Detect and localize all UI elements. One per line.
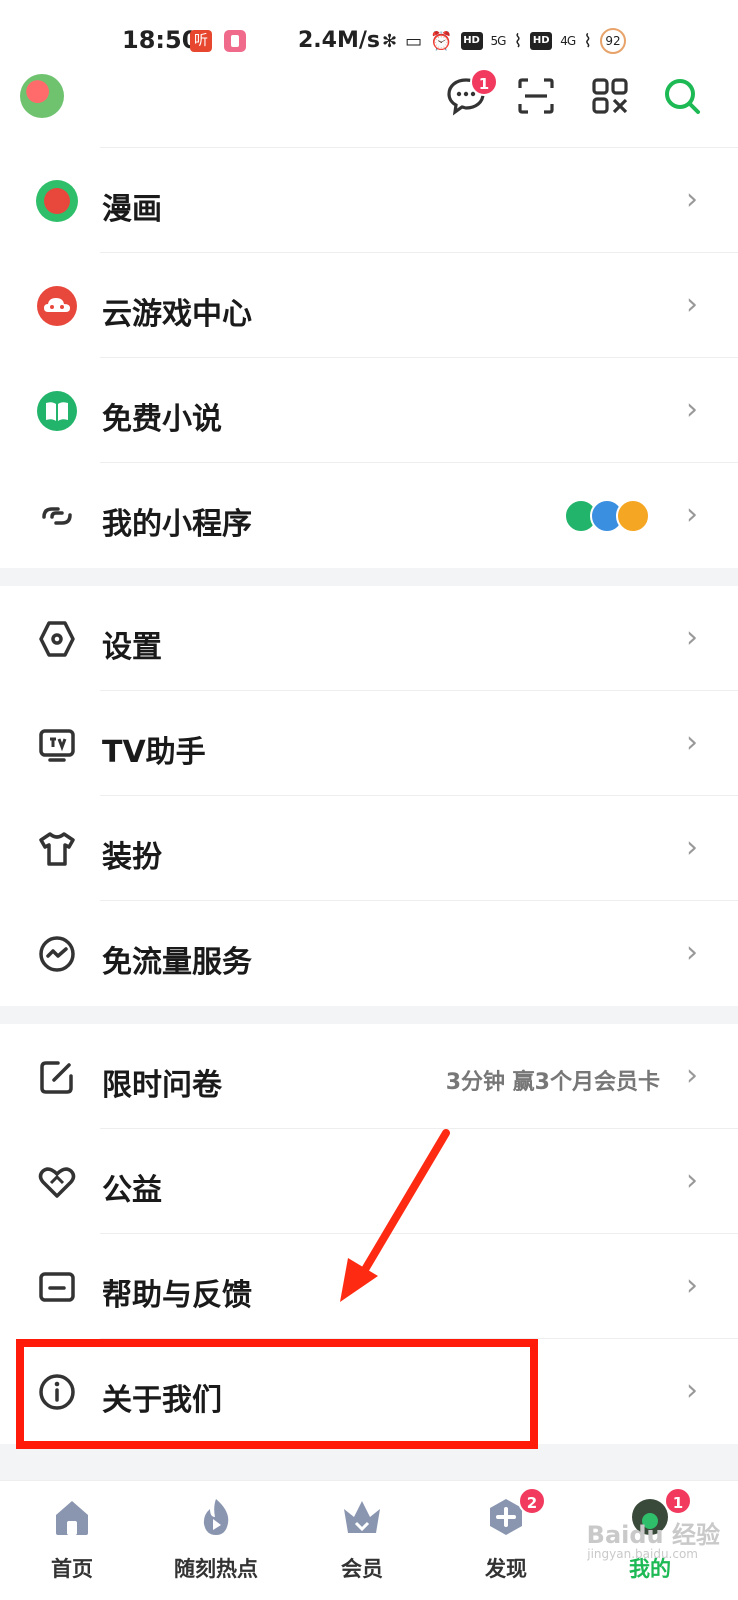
menu-row-charity[interactable]: 公益 › — [0, 1129, 738, 1234]
alarm-icon: ⏰ — [430, 30, 453, 52]
chevron-right-icon: › — [686, 1268, 698, 1303]
nav-label: 发现 — [485, 1557, 527, 1581]
manhua-icon — [36, 180, 78, 222]
network-speed: 2.4M/s — [298, 28, 380, 53]
vibrate-icon: ▭ — [405, 30, 423, 52]
recent-mini-apps — [564, 499, 650, 533]
menu-label: 设置 — [102, 630, 162, 665]
chevron-right-icon: › — [686, 1163, 698, 1198]
menu-row-novel[interactable]: 免费小说 › — [0, 358, 738, 463]
settings-icon — [39, 621, 75, 657]
nav-label: 首页 — [51, 1557, 93, 1581]
menu-row-settings[interactable]: 设置 › — [0, 586, 738, 691]
chevron-right-icon: › — [686, 935, 698, 970]
mini-program-icon — [42, 507, 72, 525]
signal-bars-icon-2: ⌇ — [583, 30, 592, 52]
nav-discover[interactable]: 2 发现 — [446, 1487, 566, 1583]
menu-row-data-free[interactable]: 免流量服务 › — [0, 901, 738, 1006]
menu-label: 我的小程序 — [102, 507, 252, 542]
chevron-right-icon: › — [686, 725, 698, 760]
hd-icon-1: HD — [460, 32, 483, 50]
section-services: 漫画 › 云游戏中心 › 免费小说 › 我的小程序 › — [0, 148, 738, 568]
flame-icon — [203, 1499, 229, 1535]
menu-label: 免费小说 — [102, 402, 222, 437]
scan-icon[interactable] — [516, 76, 556, 116]
menu-label: TV助手 — [102, 735, 206, 770]
crown-icon — [344, 1501, 380, 1533]
signal-bars-icon-1: ⌇ — [513, 30, 523, 52]
survey-promo-text: 3分钟 赢3个月会员卡 — [445, 1070, 660, 1095]
bluetooth-icon: ✻ — [382, 30, 398, 52]
menu-row-survey[interactable]: 限时问卷 3分钟 赢3个月会员卡 › — [0, 1024, 738, 1129]
user-avatar[interactable] — [20, 74, 64, 118]
mini-app-game-icon — [616, 499, 650, 533]
discover-badge: 2 — [518, 1487, 546, 1515]
chevron-right-icon: › — [686, 497, 698, 532]
menu-row-help-feedback[interactable]: 帮助与反馈 › — [0, 1234, 738, 1339]
menu-row-tv-assistant[interactable]: TV助手 › — [0, 691, 738, 796]
chevron-right-icon: › — [686, 620, 698, 655]
chevron-right-icon: › — [686, 287, 698, 322]
nav-label: 会员 — [341, 1557, 383, 1581]
chevron-right-icon: › — [686, 1058, 698, 1093]
ting-app-icon: 听 — [190, 30, 212, 52]
nav-hot[interactable]: 随刻热点 — [156, 1495, 276, 1583]
home-icon — [56, 1501, 88, 1535]
feedback-icon — [39, 1272, 75, 1302]
charity-icon — [38, 1167, 76, 1198]
status-bar: 18:50 听 2.4M/s ✻ ▭ ⏰ HD 5G ⌇ HD 4G ⌇ 92 — [0, 0, 738, 80]
tshirt-icon — [39, 832, 75, 866]
survey-icon — [40, 1061, 73, 1094]
status-icons: ✻ ▭ ⏰ HD 5G ⌇ HD 4G ⌇ 92 — [382, 28, 626, 54]
menu-label: 帮助与反馈 — [102, 1278, 252, 1313]
chevron-right-icon: › — [686, 392, 698, 427]
menu-label: 公益 — [102, 1173, 162, 1208]
chevron-right-icon: › — [686, 182, 698, 217]
menu-row-manhua[interactable]: 漫画 › — [0, 148, 738, 253]
nav-home[interactable]: 首页 — [12, 1495, 132, 1583]
menu-label: 装扮 — [102, 840, 162, 875]
battery-icon: 92 — [600, 28, 626, 54]
nav-label: 随刻热点 — [174, 1557, 258, 1581]
menu-row-dressup[interactable]: 装扮 › — [0, 796, 738, 901]
menu-row-cloud-game[interactable]: 云游戏中心 › — [0, 253, 738, 358]
top-header: 1 — [0, 68, 738, 146]
messages-badge: 1 — [470, 68, 498, 96]
cloud-game-icon — [37, 286, 77, 326]
bottom-nav: 首页 随刻热点 会员 2 发现 1 我的 Baidu 经验 jingyan.ba… — [0, 1480, 738, 1600]
baidu-watermark-url: jingyan.baidu.com — [587, 1547, 698, 1561]
menu-label: 云游戏中心 — [102, 297, 252, 332]
novel-icon — [37, 391, 77, 431]
signal-4g-icon: 4G — [560, 34, 576, 48]
menu-row-mini-program[interactable]: 我的小程序 › — [0, 463, 738, 568]
section-settings: 设置 › TV助手 › 装扮 › 免流量服务 › — [0, 586, 738, 1006]
chevron-right-icon: › — [686, 830, 698, 865]
menu-label: 免流量服务 — [102, 945, 252, 980]
hd-icon-2: HD — [530, 32, 553, 50]
status-time: 18:50 — [122, 26, 199, 54]
menu-label: 漫画 — [102, 192, 162, 227]
profile-badge: 1 — [664, 1487, 692, 1515]
section-gap — [0, 568, 738, 586]
menu-label: 限时问卷 — [102, 1068, 222, 1103]
highlight-box — [16, 1339, 538, 1449]
qr-code-icon[interactable] — [590, 76, 630, 116]
signal-5g-icon: 5G — [490, 34, 507, 48]
section-gap — [0, 1444, 738, 1480]
app-notification-icon — [224, 30, 246, 52]
data-free-icon — [39, 936, 75, 972]
tv-icon — [39, 729, 75, 762]
nav-vip[interactable]: 会员 — [302, 1495, 422, 1583]
chevron-right-icon: › — [686, 1373, 698, 1408]
section-gap — [0, 1006, 738, 1024]
baidu-watermark: Baidu 经验 — [586, 1521, 720, 1549]
search-icon[interactable] — [662, 76, 702, 116]
